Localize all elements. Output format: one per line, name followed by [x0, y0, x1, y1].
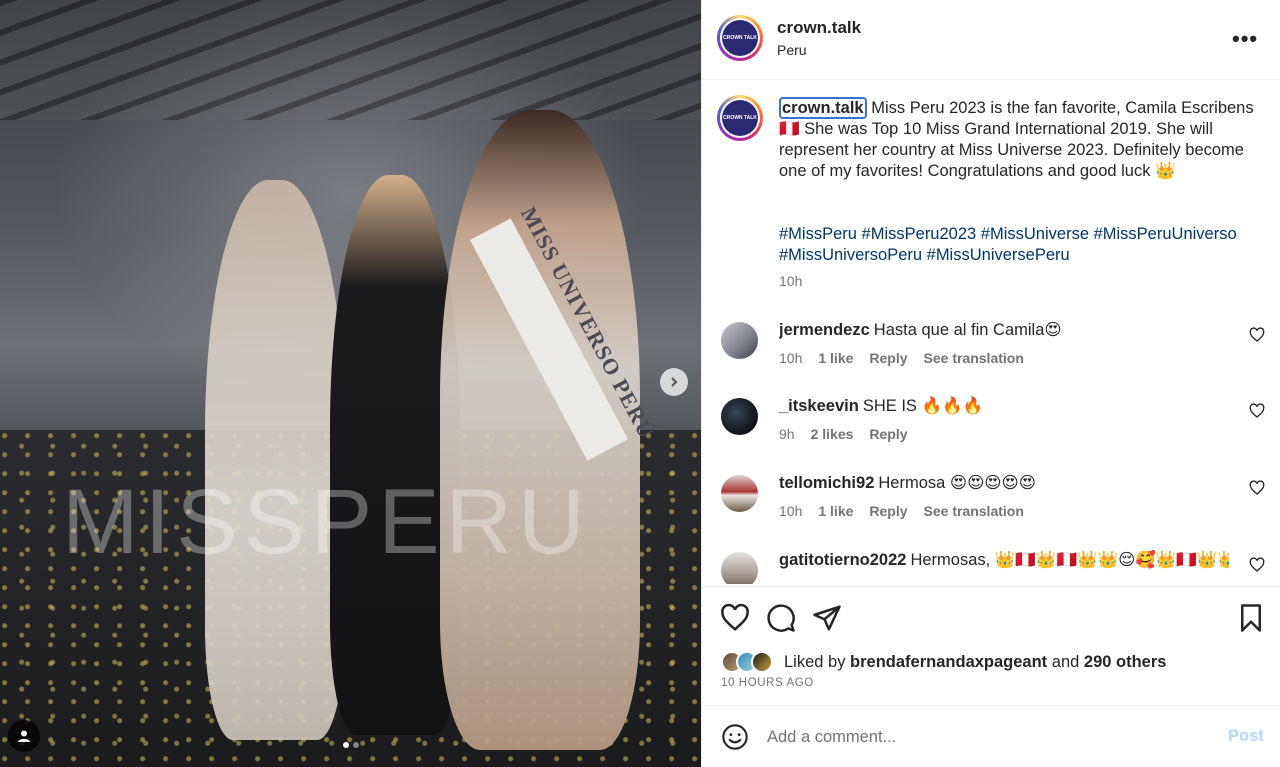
heart-icon[interactable] — [1249, 403, 1265, 419]
like-heart-icon[interactable] — [720, 603, 750, 633]
caption-author-avatar[interactable]: CROWN TALK — [717, 95, 763, 141]
next-photo-button[interactable] — [660, 368, 688, 396]
commenter-avatar[interactable] — [721, 552, 758, 584]
hashtag-link[interactable]: #MissPeru2023 — [862, 225, 977, 243]
comment-likes[interactable]: 1 like — [818, 350, 853, 366]
liked-by-text: Liked by brendafernandaxpageant and 290 … — [784, 653, 1166, 672]
person-left — [205, 180, 345, 740]
comment-body: Hasta que al fin Camila😍 — [873, 321, 1062, 339]
comment-body: Hermosa 😍😍😍😍😍 — [878, 474, 1036, 492]
commenter-username[interactable]: _itskeevin — [779, 397, 859, 415]
hashtag-link[interactable]: #MissPeru — [779, 225, 857, 243]
post-details-panel: CROWN TALK crown.talk Peru ••• CROWN TAL… — [701, 0, 1280, 767]
comment-meta: 10h 1 like Reply See translation — [779, 503, 1024, 519]
liked-by-avatars[interactable] — [721, 651, 783, 673]
chevron-right-icon — [671, 377, 678, 387]
lighting-rig — [0, 0, 701, 120]
author-username[interactable]: crown.talk — [777, 18, 861, 38]
comment-likes[interactable]: 1 like — [818, 503, 853, 519]
hashtag-link[interactable]: #MissUniversoPeru — [779, 246, 922, 264]
heart-icon[interactable] — [1249, 480, 1265, 496]
comment-time: 10h — [779, 350, 803, 366]
reply-button[interactable]: Reply — [869, 503, 907, 519]
more-options-icon[interactable]: ••• — [1232, 26, 1258, 52]
carousel-dot — [352, 742, 359, 748]
post-caption: crown.talk Miss Peru 2023 is the fan fav… — [779, 97, 1259, 182]
post-location[interactable]: Peru — [777, 42, 807, 58]
hashtag-link[interactable]: #MissPeruUniverso — [1094, 225, 1237, 243]
comment-composer: Post — [702, 705, 1280, 767]
post-actions: Liked by brendafernandaxpageant and 290 … — [702, 586, 1280, 706]
carousel-dots — [0, 742, 701, 748]
comment-bubble-icon[interactable] — [766, 603, 796, 633]
post-header: CROWN TALK crown.talk Peru ••• — [702, 0, 1280, 80]
comment-text: jermendezc Hasta que al fin Camila😍 — [779, 320, 1229, 340]
comment-meta: 9h 2 likes Reply — [779, 426, 908, 442]
caption-timestamp: 10h — [779, 273, 803, 289]
comment-item: tellomichi92 Hermosa 😍😍😍😍😍 10h 1 like Rep… — [702, 471, 1280, 541]
liker-username[interactable]: brendafernandaxpageant — [850, 653, 1047, 671]
comment-text: _itskeevin SHE IS 🔥🔥🔥 — [779, 396, 1229, 416]
avatar-logo: CROWN TALK — [722, 100, 758, 136]
author-avatar[interactable]: CROWN TALK — [717, 15, 763, 61]
post-photo[interactable]: MISS UNIVERSO PERÚ MISSPERU — [0, 0, 701, 767]
reply-button[interactable]: Reply — [869, 426, 907, 442]
liker-avatar — [751, 651, 773, 673]
comment-item: gatitotierno2022 Hermosas, 👑🇵🇪👑🇵🇪👑👑😌🥰👑🇵🇪👑… — [702, 548, 1280, 584]
comment-text: gatitotierno2022 Hermosas, 👑🇵🇪👑🇵🇪👑👑😌🥰👑🇵🇪👑… — [779, 550, 1229, 570]
comment-input[interactable] — [767, 724, 1207, 750]
post-comment-button[interactable]: Post — [1228, 727, 1264, 746]
see-translation-button[interactable]: See translation — [924, 503, 1024, 519]
share-send-icon[interactable] — [812, 603, 842, 633]
reply-button[interactable]: Reply — [869, 350, 907, 366]
liked-by-connector: and — [1047, 653, 1084, 671]
comment-time: 9h — [779, 426, 795, 442]
caption-hashtags: #MissPeru #MissPeru2023 #MissUniverse #M… — [779, 224, 1259, 266]
caption-username[interactable]: crown.talk — [779, 97, 867, 119]
comment-item: _itskeevin SHE IS 🔥🔥🔥 9h 2 likes Reply — [702, 394, 1280, 464]
comment-body: SHE IS 🔥🔥🔥 — [862, 397, 984, 415]
photo-watermark: MISSPERU — [62, 471, 591, 573]
comment-meta: 10h 1 like Reply See translation — [779, 350, 1024, 366]
user-icon — [18, 730, 30, 742]
carousel-dot — [342, 742, 349, 748]
comment-likes[interactable]: 2 likes — [811, 426, 854, 442]
comment-text: tellomichi92 Hermosa 😍😍😍😍😍 — [779, 473, 1229, 493]
liked-by-prefix: Liked by — [784, 653, 851, 671]
likes-others-link[interactable]: 290 others — [1084, 653, 1167, 671]
post-timestamp: 10 HOURS AGO — [721, 677, 814, 689]
avatar-logo: CROWN TALK — [722, 20, 758, 56]
commenter-avatar[interactable] — [721, 398, 758, 435]
hashtag-link[interactable]: #MissUniverse — [981, 225, 1089, 243]
heart-icon[interactable] — [1249, 557, 1265, 573]
commenter-username[interactable]: tellomichi92 — [779, 474, 874, 492]
commenter-avatar[interactable] — [721, 322, 758, 359]
see-translation-button[interactable]: See translation — [924, 350, 1024, 366]
commenter-avatar[interactable] — [721, 475, 758, 512]
comment-body: Hermosas, 👑🇵🇪👑🇵🇪👑👑😌🥰👑🇵🇪👑👑🇵🇪 — [910, 551, 1229, 569]
comment-item: jermendezc Hasta que al fin Camila😍 10h 1… — [702, 318, 1280, 388]
hashtag-link[interactable]: #MissUniversePeru — [927, 246, 1070, 264]
heart-icon[interactable] — [1249, 327, 1265, 343]
emoji-icon[interactable] — [721, 723, 749, 751]
commenter-username[interactable]: jermendezc — [779, 321, 870, 339]
commenter-username[interactable]: gatitotierno2022 — [779, 551, 906, 569]
comment-time: 10h — [779, 503, 803, 519]
bookmark-icon[interactable] — [1236, 603, 1266, 633]
